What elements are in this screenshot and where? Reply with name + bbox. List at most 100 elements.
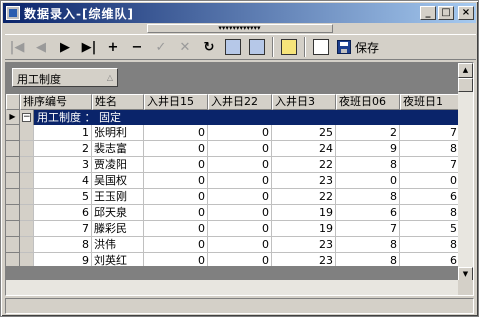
table-row[interactable]: 5 王玉刚 0 0 22 8 6 [6,189,460,205]
table-cell[interactable]: 8 [34,237,92,253]
table-cell[interactable]: 滕彩民 [92,221,144,237]
maximize-button[interactable]: □ [438,6,454,20]
table-cell[interactable]: 0 [208,253,272,266]
table-cell[interactable]: 25 [272,125,336,141]
row-selector[interactable] [6,125,20,141]
table-cell[interactable]: 0 [336,173,400,189]
column-header[interactable]: 入井日15 [144,94,208,110]
table-cell[interactable]: 19 [272,221,336,237]
table-cell[interactable]: 0 [208,173,272,189]
prev-record-button[interactable]: ◀ [29,36,53,58]
table-cell[interactable]: 9 [336,141,400,157]
table-cell[interactable]: 6 [336,205,400,221]
table-cell[interactable]: 0 [208,237,272,253]
row-selector[interactable] [6,253,20,266]
table-cell[interactable]: 张明利 [92,125,144,141]
table-row[interactable]: 2 裴志富 0 0 24 9 8 [6,141,460,157]
table-cell[interactable]: 23 [272,237,336,253]
table-cell[interactable]: 8 [336,189,400,205]
table-cell[interactable]: 24 [272,141,336,157]
table-row[interactable]: 9 刘英红 0 0 23 8 6 [6,253,460,266]
row-selector[interactable] [6,237,20,253]
table-cell[interactable]: 0 [208,141,272,157]
table-cell[interactable]: 0 [400,173,460,189]
table-cell[interactable]: 2 [336,125,400,141]
title-bar[interactable]: 数据录入-[综维队] _ □ × [3,3,476,23]
save-button[interactable]: 保存 [333,36,383,58]
table-cell[interactable]: 6 [400,253,460,266]
table-row[interactable]: 6 邱天泉 0 0 19 6 8 [6,205,460,221]
column-header[interactable]: 姓名 [92,94,144,110]
table-cell[interactable]: 7 [34,221,92,237]
column-header[interactable]: 入井日22 [208,94,272,110]
refresh-button[interactable]: ↻ [197,36,221,58]
table-cell[interactable]: 刘英红 [92,253,144,266]
table-cell[interactable]: 0 [144,157,208,173]
table-cell[interactable]: 7 [400,157,460,173]
table-cell[interactable]: 0 [144,205,208,221]
next-record-button[interactable]: ▶ [53,36,77,58]
first-record-button[interactable]: |◀ [5,36,29,58]
column-header[interactable]: 夜班日1 [400,94,460,110]
table-cell[interactable]: 贾凌阳 [92,157,144,173]
table-cell[interactable]: 8 [336,253,400,266]
close-button[interactable]: × [458,6,474,20]
scroll-up-button[interactable]: ▲ [458,63,473,78]
column-header[interactable]: 排序编号 [20,94,92,110]
table-cell[interactable]: 吴国权 [92,173,144,189]
table-cell[interactable]: 0 [144,173,208,189]
table-cell[interactable]: 裴志富 [92,141,144,157]
table-row[interactable]: 8 洪伟 0 0 23 8 8 [6,237,460,253]
add-record-button[interactable]: + [101,36,125,58]
table-cell[interactable]: 5 [400,221,460,237]
table-cell[interactable]: 19 [272,205,336,221]
table-cell[interactable]: 23 [272,253,336,266]
column-header[interactable]: 入井日3 [272,94,336,110]
row-selector[interactable] [6,189,20,205]
table-cell[interactable]: 0 [144,141,208,157]
table-cell[interactable]: 8 [336,237,400,253]
column-header[interactable]: 夜班日06 [336,94,400,110]
table-cell[interactable]: 6 [34,205,92,221]
horizontal-scrollbar[interactable] [6,280,460,295]
table-cell[interactable]: 9 [34,253,92,266]
table-cell[interactable]: 0 [208,221,272,237]
row-selector[interactable] [6,141,20,157]
table-cell[interactable]: 0 [144,253,208,266]
last-record-button[interactable]: ▶| [77,36,101,58]
table-cell[interactable]: 8 [400,141,460,157]
table-cell[interactable]: 8 [336,157,400,173]
cancel-edit-button[interactable]: ✕ [173,36,197,58]
table-cell[interactable]: 22 [272,189,336,205]
table-cell[interactable]: 6 [400,189,460,205]
table-cell[interactable]: 5 [34,189,92,205]
delete-record-button[interactable]: − [125,36,149,58]
import-button[interactable] [221,36,245,58]
row-selector[interactable] [6,205,20,221]
table-cell[interactable]: 8 [400,237,460,253]
table-cell[interactable]: 洪伟 [92,237,144,253]
table-cell[interactable]: 0 [144,221,208,237]
minimize-button[interactable]: _ [420,6,436,20]
vertical-scrollbar[interactable]: ▲ ▼ [458,63,473,282]
table-row[interactable]: 1 张明利 0 0 25 2 7 [6,125,460,141]
group-row[interactable]: ▶ − 用工制度 ： 固定 [6,110,460,125]
table-row[interactable]: 7 滕彩民 0 0 19 7 5 [6,221,460,237]
row-selector[interactable] [6,157,20,173]
table-row[interactable]: 4 吴国权 0 0 23 0 0 [6,173,460,189]
table-cell[interactable]: 王玉刚 [92,189,144,205]
post-button[interactable]: ✓ [149,36,173,58]
tools-button[interactable] [309,36,333,58]
table-cell[interactable]: 1 [34,125,92,141]
table-cell[interactable]: 0 [208,125,272,141]
table-cell[interactable]: 8 [400,205,460,221]
table-cell[interactable]: 邱天泉 [92,205,144,221]
menu-grip-handle[interactable]: ▾▾▾▾▾▾▾▾▾▾▾▾ [146,24,333,33]
scroll-thumb[interactable] [458,78,473,92]
table-cell[interactable]: 4 [34,173,92,189]
group-by-chip[interactable]: 用工制度 △ [12,68,118,87]
table-cell[interactable]: 0 [144,237,208,253]
table-cell[interactable]: 0 [208,205,272,221]
table-cell[interactable]: 0 [208,189,272,205]
table-cell[interactable]: 0 [144,125,208,141]
